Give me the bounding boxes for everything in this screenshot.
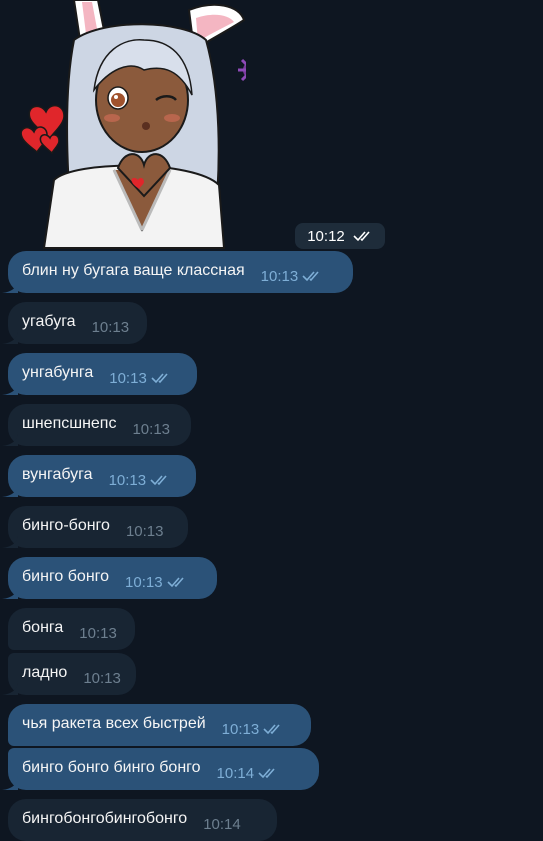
message-bubble-outgoing[interactable]: вунгабуга 10:13 [2, 455, 196, 497]
double-check-icon [258, 768, 275, 779]
message-time: 10:13 [79, 624, 117, 642]
bunny-girl-sticker[interactable] [14, 0, 266, 250]
double-check-icon [353, 231, 370, 242]
message-time: 10:13 [83, 669, 121, 687]
message-bubble-outgoing[interactable]: бинго бонго 10:13 [2, 557, 217, 599]
message-text: угабуга [22, 312, 76, 330]
message-text: чья ракета всех быстрей [22, 714, 206, 732]
message-meta: 10:13 [83, 670, 121, 687]
bubble-tail [2, 681, 18, 695]
message-bubble-outgoing[interactable]: бинго бонго бинго бонго 10:14 [2, 748, 319, 790]
sticker-image [20, 0, 266, 249]
message-meta: 10:13 [109, 370, 173, 387]
chat-history[interactable]: 10:12 блин ну бугага ваще классная 10:13… [0, 0, 543, 841]
bubble-tail [2, 432, 18, 446]
message-time: 10:13 [260, 267, 299, 285]
message-meta: 10:14 [203, 816, 241, 833]
message-bubble-incoming[interactable]: угабуга 10:13 [2, 302, 147, 344]
message-time: 10:13 [221, 720, 260, 738]
bubble-tail [2, 585, 18, 599]
bubble-tail [2, 381, 18, 395]
message-text: бинго-бонго [22, 516, 110, 534]
message-time: 10:13 [108, 471, 147, 489]
message-bubble-incoming[interactable]: бинго-бонго 10:13 [2, 506, 188, 548]
message-text: бинго бонго бинго бонго [22, 758, 201, 776]
message-bubble-incoming[interactable]: бингобонгобингобонго 10:14 [8, 799, 277, 841]
message-meta: 10:13 [132, 421, 170, 438]
message-bubble-incoming[interactable]: шнепсшнепс 10:13 [2, 404, 191, 446]
message-text: унгабунга [22, 363, 94, 381]
message-meta: 10:13 [222, 721, 286, 738]
message-time: 10:13 [125, 522, 164, 540]
message-time: 10:13 [109, 369, 147, 387]
message-time: 10:13 [91, 318, 130, 336]
message-time: 10:13 [132, 420, 171, 438]
message-time: 10:14 [203, 815, 241, 833]
message-text: шнепсшнепс [22, 414, 117, 432]
bubble-tail [2, 483, 18, 497]
message-meta: 10:13 [126, 523, 164, 540]
double-check-icon [150, 475, 167, 486]
message-meta: 10:13 [109, 472, 173, 489]
message-meta: 10:13 [92, 319, 130, 336]
double-check-icon [263, 724, 280, 735]
message-meta: 10:14 [217, 765, 281, 782]
bubble-tail [2, 776, 18, 790]
message-meta: 10:13 [79, 625, 117, 642]
message-bubble-outgoing[interactable]: блин ну бугага ваще классная 10:13 [2, 251, 353, 293]
message-text: ладно [22, 663, 68, 681]
message-bubble-outgoing[interactable]: унгабунга 10:13 [2, 353, 197, 395]
message-bubble-outgoing[interactable]: чья ракета всех быстрей 10:13 [8, 704, 311, 746]
message-text: бонга [22, 618, 64, 636]
message-text: вунгабуга [22, 465, 93, 483]
sticker-time-text: 10:12 [307, 227, 345, 245]
bubble-tail [2, 279, 18, 293]
bubble-tail [2, 534, 18, 548]
double-check-icon [167, 577, 184, 588]
message-text: бингобонгобингобонго [22, 809, 188, 827]
message-text: блин ну бугага ваще классная [22, 261, 245, 279]
sticker-timestamp: 10:12 [295, 223, 385, 249]
message-bubble-incoming[interactable]: бонга 10:13 [8, 608, 135, 650]
message-text: бинго бонго [22, 567, 110, 585]
double-check-icon [302, 271, 319, 282]
message-time: 10:14 [216, 764, 255, 782]
message-bubble-incoming[interactable]: ладно 10:13 [2, 653, 136, 695]
message-time: 10:13 [125, 573, 163, 591]
bubble-tail [2, 330, 18, 344]
message-meta: 10:13 [125, 574, 189, 591]
double-check-icon [151, 373, 168, 384]
message-meta: 10:13 [261, 268, 325, 285]
